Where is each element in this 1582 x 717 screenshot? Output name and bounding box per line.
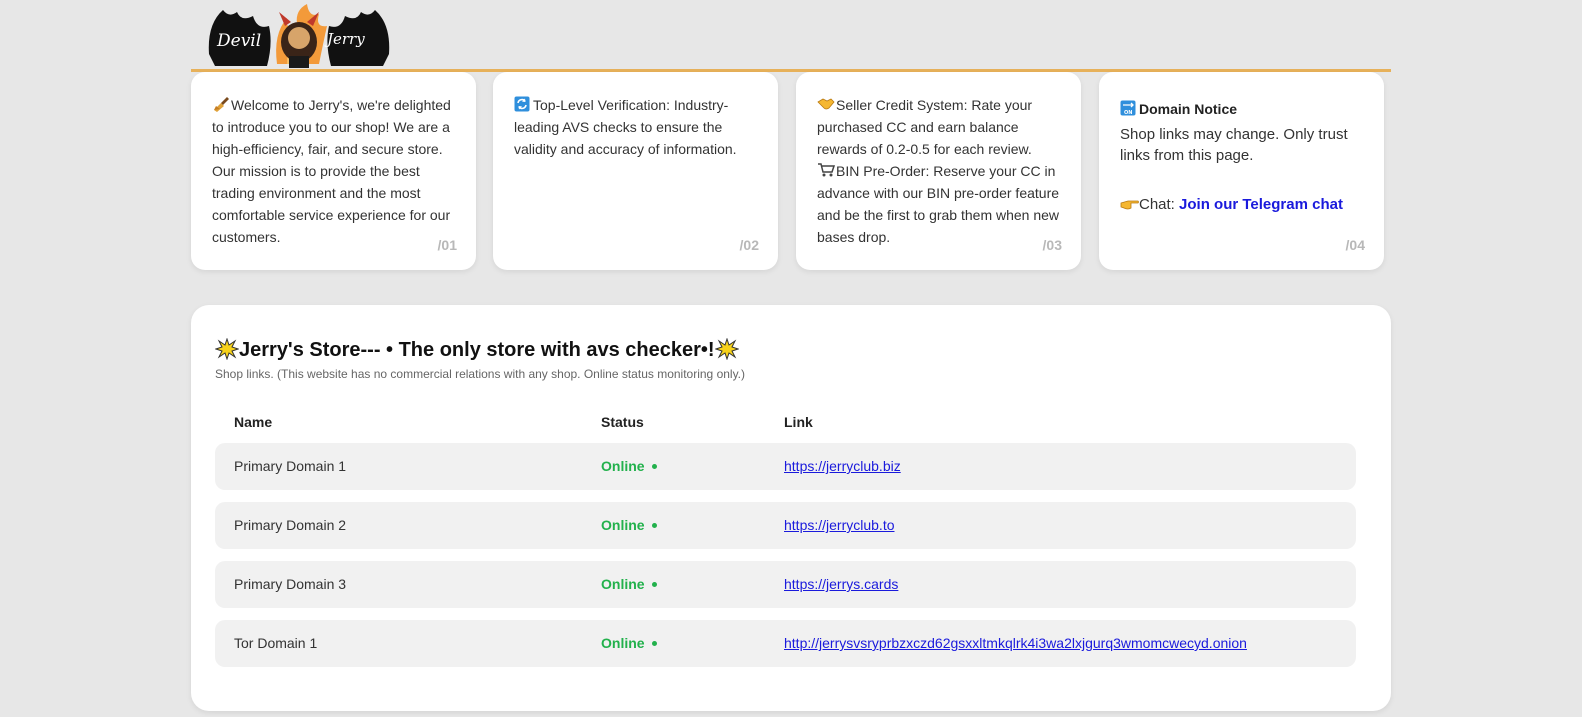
store-title-text: Jerry's Store--- • The only store with a…: [239, 339, 715, 361]
store-subtitle: Shop links. (This website has no commerc…: [215, 367, 746, 381]
card-welcome-text: Welcome to Jerry's, we're delighted to i…: [212, 97, 451, 245]
status-badge: Online: [601, 635, 657, 651]
card-number: /04: [1345, 237, 1365, 253]
logo-text-right: Jerry: [324, 30, 365, 48]
domain-notice-title: Domain Notice: [1139, 101, 1238, 117]
card-welcome: Welcome to Jerry's, we're delighted to i…: [191, 72, 476, 270]
status-text: Online: [601, 517, 645, 533]
column-header-name: Name: [234, 414, 273, 430]
on-arrow-icon: ON: [1120, 100, 1138, 116]
card-credit: Seller Credit System: Rate your purchase…: [796, 72, 1081, 270]
card-domain-notice: ON Domain Notice Shop links may change. …: [1099, 72, 1384, 270]
card-verification-text: Top-Level Verification: Industry-leading…: [514, 97, 737, 157]
logo-text-left: Devil: [216, 31, 261, 51]
devil-jerry-logo-image: Devil Jerry: [208, 4, 390, 68]
table-row: Primary Domain 3 Online https://jerrys.c…: [215, 561, 1356, 608]
status-dot-icon: [651, 523, 657, 528]
domain-link[interactable]: http://jerrysvsryprbzxczd62gsxxltmkqlrk4…: [784, 635, 1247, 651]
domain-name: Primary Domain 1: [234, 458, 347, 474]
domain-link[interactable]: https://jerryclub.biz: [784, 458, 901, 474]
store-panel: Jerry's Store--- • The only store with a…: [191, 305, 1391, 711]
domain-notice-heading: ON Domain Notice: [1120, 98, 1364, 120]
status-badge: Online: [601, 576, 657, 592]
logo[interactable]: Devil Jerry: [207, 4, 391, 70]
domain-name: Tor Domain 1: [234, 635, 318, 651]
chat-label: Chat:: [1139, 196, 1175, 213]
star-burst-icon: [214, 337, 240, 361]
card-preorder-text: BIN Pre-Order: Reserve your CC in advanc…: [817, 163, 1060, 245]
table-row: Primary Domain 2 Online https://jerryclu…: [215, 502, 1356, 549]
card-number: /03: [1042, 237, 1062, 253]
handshake-icon: [817, 96, 835, 112]
domain-name: Primary Domain 3: [234, 576, 347, 592]
domain-link[interactable]: https://jerryclub.to: [784, 517, 895, 533]
status-badge: Online: [601, 517, 657, 533]
column-header-link: Link: [784, 414, 813, 430]
card-credit-text: Seller Credit System: Rate your purchase…: [817, 97, 1033, 157]
pointing-hand-icon: [1120, 195, 1139, 211]
telegram-chat-link[interactable]: Join our Telegram chat: [1179, 196, 1343, 213]
card-number: /02: [739, 237, 759, 253]
status-text: Online: [601, 635, 645, 651]
card-verification: Top-Level Verification: Industry-leading…: [493, 72, 778, 270]
status-dot-icon: [651, 582, 657, 587]
status-badge: Online: [601, 458, 657, 474]
telegram-chat-line: Chat: Join our Telegram chat: [1120, 194, 1364, 216]
status-dot-icon: [651, 641, 657, 646]
svg-text:ON: ON: [1124, 110, 1132, 116]
status-text: Online: [601, 458, 645, 474]
domain-notice-body: Shop links may change. Only trust links …: [1120, 126, 1348, 164]
cart-icon: [817, 162, 836, 178]
column-header-status: Status: [601, 414, 644, 430]
domain-name: Primary Domain 2: [234, 517, 347, 533]
table-row: Tor Domain 1 Online http://jerrysvsryprb…: [215, 620, 1356, 667]
card-number: /01: [437, 237, 457, 253]
refresh-icon: [514, 96, 532, 112]
table-row: Primary Domain 1 Online https://jerryclu…: [215, 443, 1356, 490]
star-burst-icon: [714, 337, 740, 361]
status-dot-icon: [651, 464, 657, 469]
broom-icon: [212, 96, 230, 112]
store-title: Jerry's Store--- • The only store with a…: [214, 337, 740, 362]
info-cards: Welcome to Jerry's, we're delighted to i…: [191, 72, 1391, 270]
status-text: Online: [601, 576, 645, 592]
domain-link[interactable]: https://jerrys.cards: [784, 576, 898, 592]
